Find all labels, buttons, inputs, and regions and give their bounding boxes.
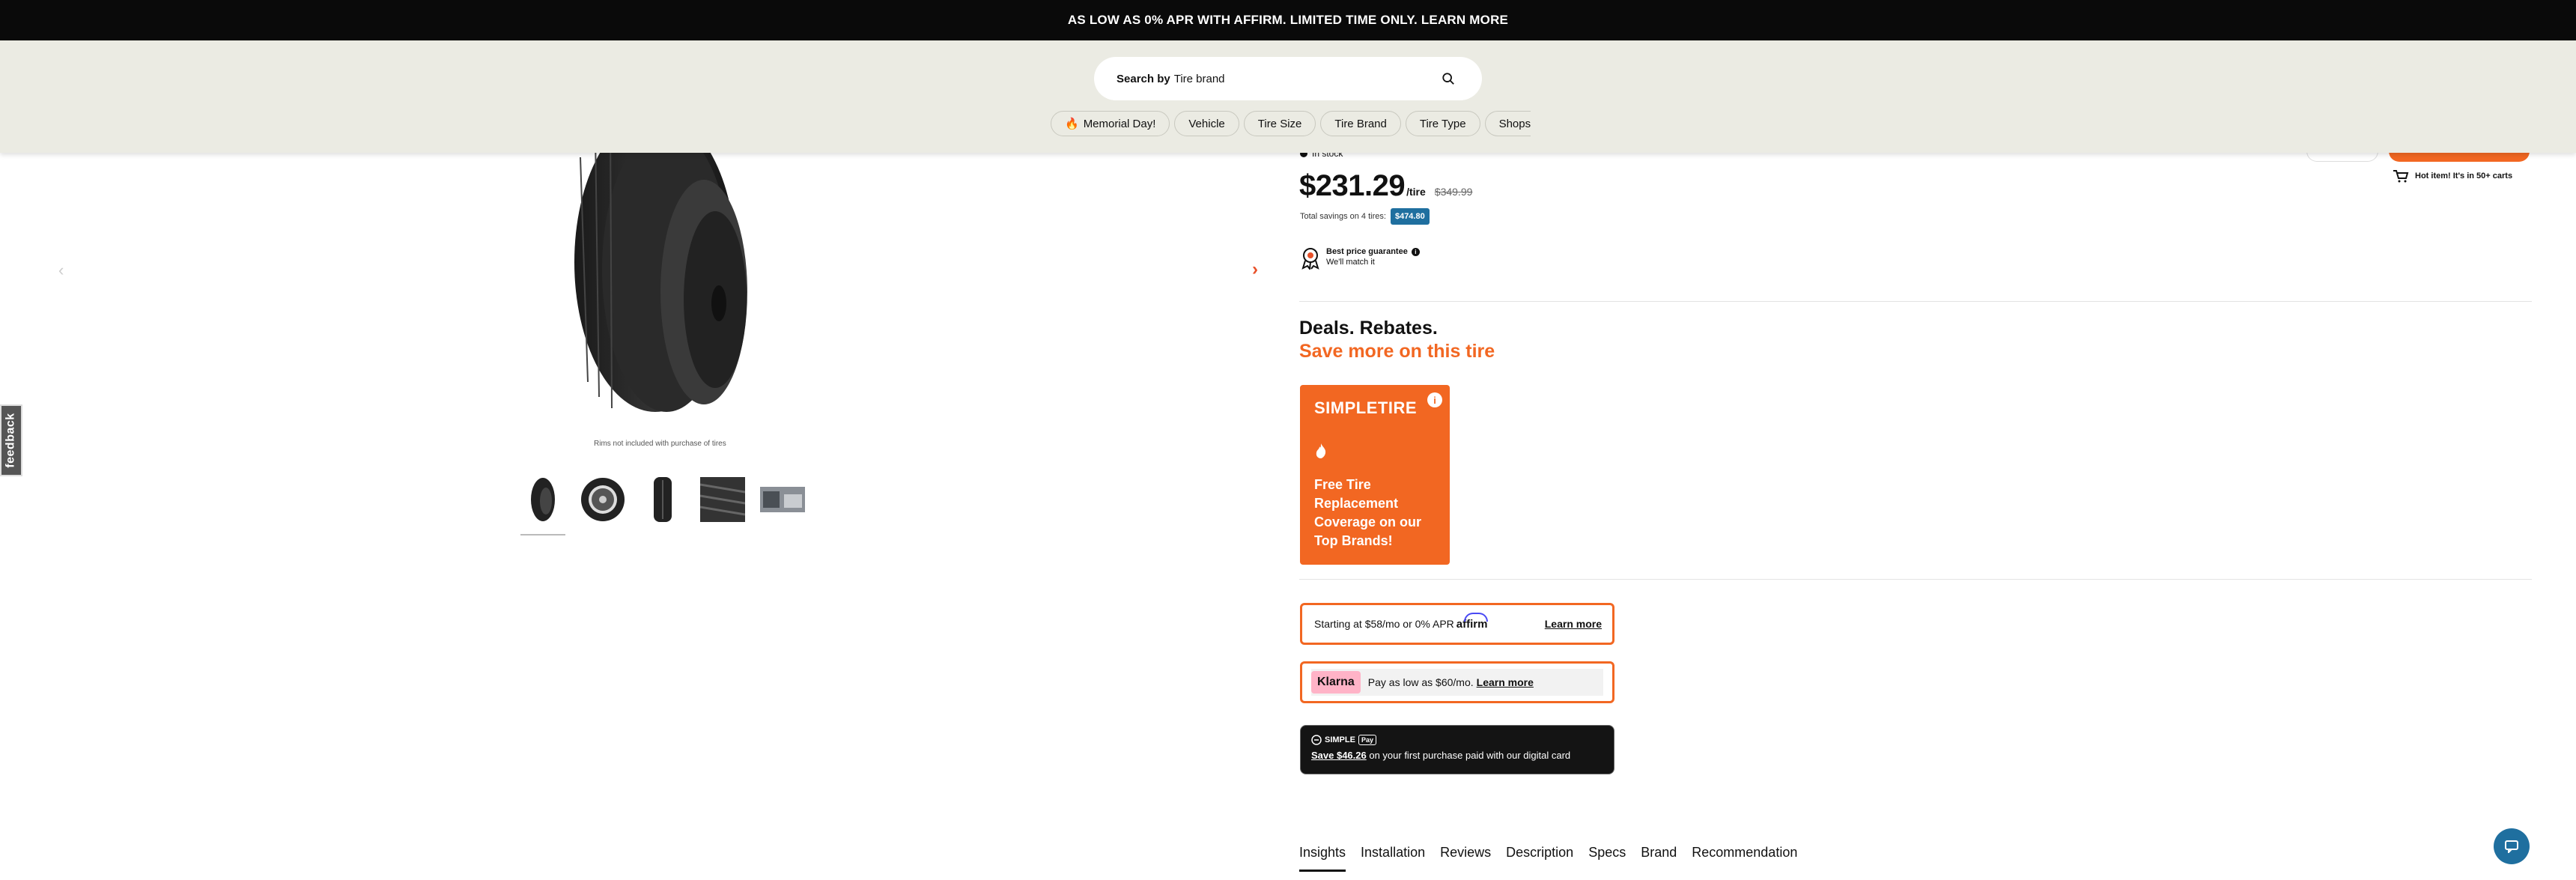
best-price-guarantee: Best price guarantee i We'll match it bbox=[1301, 247, 1420, 270]
search-icon[interactable] bbox=[1442, 72, 1455, 85]
cart-icon bbox=[2393, 170, 2409, 183]
tab-brand[interactable]: Brand bbox=[1641, 845, 1677, 872]
category-label: Tire Size bbox=[1257, 117, 1302, 130]
promo-banner-text[interactable]: AS LOW AS 0% APR WITH AFFIRM. LIMITED TI… bbox=[1068, 13, 1508, 28]
simple-pay-save[interactable]: Save $46.26 bbox=[1311, 750, 1367, 761]
feedback-tab[interactable]: feedback bbox=[0, 404, 22, 476]
klarna-text: Pay as low as $60/mo. bbox=[1367, 676, 1474, 688]
divider bbox=[1299, 579, 2532, 580]
chat-button[interactable] bbox=[2494, 828, 2530, 864]
promo-banner[interactable]: AS LOW AS 0% APR WITH AFFIRM. LIMITED TI… bbox=[0, 0, 2576, 40]
savings-row: Total savings on 4 tires: $474.80 bbox=[1300, 208, 1430, 225]
thumbnail-tire-tread[interactable] bbox=[640, 477, 685, 522]
savings-badge: $474.80 bbox=[1390, 208, 1430, 225]
search-prefix: Search by bbox=[1117, 72, 1170, 85]
price: $231.29 bbox=[1299, 169, 1406, 202]
promo-message: Free Tire Replacement Coverage on our To… bbox=[1314, 477, 1422, 548]
gallery-prev-button[interactable]: ‹ bbox=[58, 261, 64, 280]
thumbnail-lifestyle[interactable] bbox=[760, 477, 805, 522]
thumbnail-tread-closeup[interactable] bbox=[700, 477, 745, 522]
gallery-thumbnails bbox=[520, 477, 805, 535]
gallery-next-button[interactable]: › bbox=[1252, 259, 1258, 280]
affirm-text: Starting at $58/mo or 0% APR bbox=[1314, 618, 1454, 630]
price-unit: /tire bbox=[1406, 186, 1426, 198]
simpletire-promo-card[interactable]: SIMPLETIRE i Free Tire Replacement Cover… bbox=[1300, 385, 1450, 565]
category-nav: 🔥 Memorial Day! Vehicle Tire Size Tire Br… bbox=[1051, 111, 1531, 139]
rims-note: Rims not included with purchase of tires bbox=[594, 440, 726, 448]
category-tire-type[interactable]: Tire Type bbox=[1405, 111, 1480, 136]
tab-insights[interactable]: Insights bbox=[1299, 845, 1346, 872]
tab-specs[interactable]: Specs bbox=[1588, 845, 1626, 872]
product-tabs: Insights Installation Reviews Descriptio… bbox=[1299, 845, 1797, 872]
affirm-logo: affirm bbox=[1456, 612, 1488, 631]
category-label: Memorial Day! bbox=[1083, 117, 1156, 130]
deals-title: Deals. Rebates. bbox=[1299, 318, 1438, 339]
thumbnail-tire-wheel[interactable] bbox=[580, 477, 625, 522]
category-vehicle[interactable]: Vehicle bbox=[1174, 111, 1239, 136]
simple-pay-text: Save $46.26 on your first purchase paid … bbox=[1311, 750, 1571, 761]
affirm-offer[interactable]: Starting at $58/mo or 0% APR affirm Learn… bbox=[1300, 603, 1614, 645]
savings-label: Total savings on 4 tires: bbox=[1300, 212, 1386, 221]
divider bbox=[1299, 301, 2532, 302]
category-memorial-day[interactable]: 🔥 Memorial Day! bbox=[1051, 111, 1170, 136]
simple-logo-icon bbox=[1311, 735, 1322, 745]
deals-subtitle: Save more on this tire bbox=[1299, 341, 1495, 362]
klarna-offer[interactable]: Klarna Pay as low as $60/mo. Learn more bbox=[1300, 661, 1614, 703]
category-label: Vehicle bbox=[1188, 117, 1225, 130]
simpletire-logo: SIMPLETIRE bbox=[1314, 398, 1418, 417]
search-input[interactable]: Search by Tire brand bbox=[1094, 57, 1482, 100]
guarantee-sub: We'll match it bbox=[1326, 258, 1375, 267]
hot-item-text: Hot item! It's in 50+ carts bbox=[2415, 172, 2513, 180]
chat-icon bbox=[2505, 840, 2518, 853]
guarantee-title: Best price guarantee bbox=[1326, 247, 1408, 256]
site-header: Search by Tire brand 🔥 Memorial Day! Vehi… bbox=[0, 40, 2576, 153]
award-icon bbox=[1301, 248, 1319, 270]
klarna-logo: Klarna bbox=[1311, 671, 1361, 694]
klarna-learn-more-link[interactable]: Learn more bbox=[1477, 676, 1534, 688]
affirm-learn-more-link[interactable]: Learn more bbox=[1545, 618, 1602, 630]
category-label: Shops bbox=[1498, 117, 1531, 130]
tab-installation[interactable]: Installation bbox=[1361, 845, 1425, 872]
category-label: Tire Type bbox=[1419, 117, 1466, 130]
fire-icon bbox=[1316, 443, 1326, 458]
simple-pay-logo: SIMPLE Pay bbox=[1311, 735, 1603, 745]
old-price: $349.99 bbox=[1434, 186, 1473, 198]
fire-icon: 🔥 bbox=[1065, 118, 1079, 130]
info-icon[interactable]: i bbox=[1427, 392, 1442, 407]
tab-reviews[interactable]: Reviews bbox=[1440, 845, 1491, 872]
simple-pay-offer[interactable]: SIMPLE Pay Save $46.26 on your first pur… bbox=[1300, 725, 1614, 774]
category-label: Tire Brand bbox=[1334, 117, 1387, 130]
tab-recommendation[interactable]: Recommendation bbox=[1692, 845, 1797, 872]
category-shops[interactable]: Shops bbox=[1484, 111, 1531, 136]
info-icon[interactable]: i bbox=[1411, 247, 1420, 256]
thumbnail-tire-side[interactable] bbox=[520, 477, 565, 535]
simple-logo-text: SIMPLE bbox=[1325, 735, 1355, 744]
feedback-label: feedback bbox=[4, 413, 17, 468]
category-tire-brand[interactable]: Tire Brand bbox=[1320, 111, 1401, 136]
hot-item: Hot item! It's in 50+ carts bbox=[2393, 169, 2512, 183]
tab-description[interactable]: Description bbox=[1506, 845, 1573, 872]
search-placeholder: Tire brand bbox=[1173, 72, 1225, 85]
pay-badge: Pay bbox=[1358, 735, 1376, 745]
category-tire-size[interactable]: Tire Size bbox=[1243, 111, 1316, 136]
tire-main-image[interactable] bbox=[558, 112, 764, 419]
price-row: $231.29 /tire $349.99 bbox=[1299, 169, 1472, 203]
